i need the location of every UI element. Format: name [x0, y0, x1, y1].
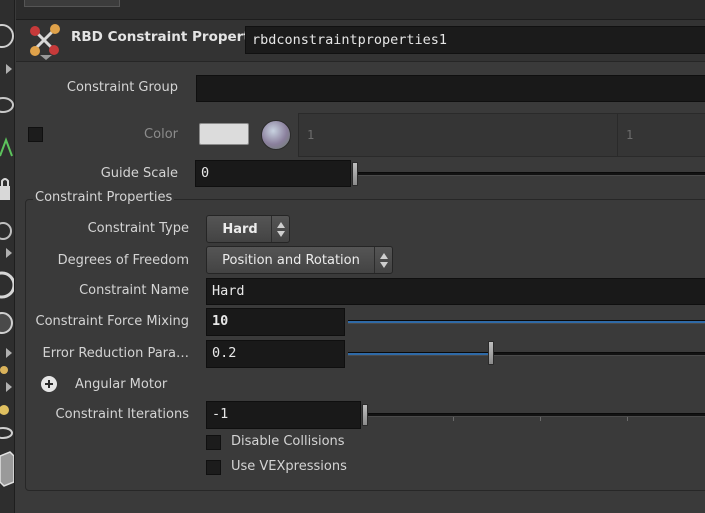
error-reduction-slider-track[interactable] [348, 352, 705, 356]
triangle-tool-icon[interactable] [0, 134, 14, 160]
constraint-type-label: Constraint Type [87, 221, 189, 236]
color-label: Color [144, 127, 178, 142]
sphere-tool-icon[interactable] [0, 268, 16, 302]
color-component-value-1: 1 [307, 128, 315, 142]
lock-tool-icon[interactable] [0, 176, 14, 206]
cube-tool-icon[interactable] [0, 448, 15, 490]
guide-scale-slider-track[interactable] [355, 172, 705, 176]
color-component-value-2: 1 [626, 128, 634, 142]
expand-arrow-icon[interactable] [6, 248, 12, 258]
constraint-iterations-slider-track[interactable] [364, 413, 705, 417]
degrees-of-freedom-dropdown[interactable]: Position and Rotation [206, 246, 393, 274]
angular-motor-label[interactable]: Angular Motor [75, 377, 167, 392]
node-header: RBD Constraint Properties rbdconstraintp… [16, 20, 705, 62]
color-wheel-icon[interactable] [261, 120, 291, 150]
dropdown-arrows-icon [374, 247, 392, 273]
constraint-name-label: Constraint Name [79, 283, 189, 298]
constraint-iterations-slider-handle[interactable] [362, 404, 368, 426]
constraint-type-value: Hard [222, 222, 258, 237]
expand-arrow-icon[interactable] [6, 382, 12, 392]
dot-tool-icon[interactable] [0, 360, 14, 380]
slider-tick [627, 417, 628, 421]
dropdown-arrows-icon [271, 216, 289, 242]
eye-outline-icon[interactable] [0, 424, 14, 442]
constraint-group-field[interactable] [196, 75, 705, 102]
force-mixing-field[interactable]: 10 [206, 308, 345, 336]
disable-collisions-checkbox[interactable] [206, 435, 221, 450]
top-strip [16, 0, 705, 20]
color-component-field-2[interactable]: 1 [617, 113, 705, 157]
guide-scale-slider-handle[interactable] [352, 162, 358, 186]
magnet-tool-icon[interactable] [0, 308, 14, 338]
force-mixing-slider-fill [348, 321, 705, 323]
degrees-of-freedom-label: Degrees of Freedom [57, 253, 189, 268]
constraint-name-field[interactable]: Hard [206, 278, 705, 305]
force-mixing-label: Constraint Force Mixing [35, 314, 189, 329]
error-reduction-slider-handle[interactable] [487, 341, 494, 365]
use-vexpressions-label: Use VEXpressions [231, 459, 347, 474]
circle-tool-icon[interactable] [0, 22, 14, 50]
constraint-properties-group [25, 199, 705, 491]
pane-tab[interactable] [24, 0, 120, 7]
guide-scale-label: Guide Scale [100, 166, 178, 181]
guide-scale-field[interactable]: 0 [195, 160, 351, 187]
bulb-tool-icon[interactable] [0, 400, 14, 422]
left-toolbar [0, 0, 16, 513]
constraint-type-dropdown[interactable]: Hard [206, 215, 290, 243]
error-reduction-field[interactable]: 0.2 [206, 340, 345, 368]
color-component-field-1[interactable]: 1 [298, 113, 618, 157]
error-reduction-label: Error Reduction Para… [42, 346, 189, 361]
color-swatch[interactable] [199, 123, 249, 145]
constraint-group-label: Constraint Group [66, 80, 178, 95]
slider-tick [540, 417, 541, 421]
disable-collisions-label: Disable Collisions [231, 434, 345, 449]
error-reduction-slider-fill [348, 353, 491, 355]
eye-tool-icon[interactable] [0, 92, 14, 118]
expand-arrow-icon[interactable] [6, 64, 12, 74]
expand-arrow-icon[interactable] [6, 348, 12, 358]
force-mixing-slider-track[interactable] [348, 320, 705, 324]
slider-tick [453, 417, 454, 421]
expand-plus-icon[interactable] [41, 376, 57, 392]
node-type-label: RBD Constraint Properties [71, 29, 272, 45]
target-tool-icon[interactable] [0, 218, 14, 244]
constraint-properties-title: Constraint Properties [33, 190, 175, 205]
constraint-iterations-label: Constraint Iterations [55, 407, 189, 422]
use-vexpressions-checkbox[interactable] [206, 460, 221, 475]
degrees-of-freedom-value: Position and Rotation [222, 253, 360, 268]
rbd-constraint-node-icon [26, 22, 64, 60]
constraint-iterations-field[interactable]: -1 [206, 401, 361, 429]
node-name-field[interactable]: rbdconstraintproperties1 [245, 26, 705, 54]
